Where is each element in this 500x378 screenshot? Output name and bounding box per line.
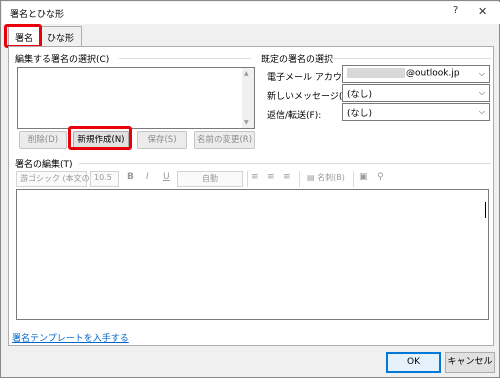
align-left-icon[interactable]: ≡ <box>251 172 259 182</box>
new-message-value: (なし) <box>347 90 373 100</box>
help-icon[interactable]: ? <box>453 5 458 16</box>
reply-forward-select[interactable]: (なし) ⌵ <box>342 103 490 121</box>
tab-signature[interactable]: 署名 <box>8 26 40 47</box>
group-divider <box>119 58 251 59</box>
group-divider <box>327 58 491 59</box>
account-select[interactable]: @outlook.jp ⌵ <box>342 65 490 83</box>
align-center-icon[interactable]: ≡ <box>267 172 275 182</box>
default-signature-header: 既定の署名の選択 <box>261 55 334 65</box>
reply-forward-label: 返信/転送(F): <box>267 111 322 121</box>
underline-icon[interactable]: U <box>163 172 170 182</box>
color-value: 自動 <box>202 174 218 183</box>
scroll-down-icon[interactable]: ▼ <box>244 119 249 126</box>
cancel-button[interactable]: キャンセル <box>445 352 495 373</box>
dialog-title: 署名とひな形 <box>10 10 65 20</box>
insert-picture-icon[interactable]: ▣ <box>359 172 368 182</box>
signature-editor[interactable] <box>16 189 489 320</box>
color-select[interactable]: 自動 <box>177 171 243 187</box>
italic-icon[interactable]: I <box>146 172 149 182</box>
select-signature-label: 編集する署名の選択(C) <box>15 55 110 65</box>
insert-hyperlink-icon[interactable]: ⚲ <box>377 172 384 182</box>
business-card-label: 名刺(B) <box>317 173 345 182</box>
font-size-select[interactable]: 10.5 <box>90 171 119 187</box>
chevron-down-icon: ⌵ <box>478 69 485 78</box>
toolbar-separator <box>247 171 248 187</box>
tab-stationery[interactable]: ひな形 <box>40 26 82 46</box>
font-size-value: 10.5 <box>94 173 112 182</box>
chevron-down-icon: ⌵ <box>478 107 485 116</box>
title-bar: 署名とひな形 ? ✕ <box>2 2 500 24</box>
scroll-up-icon[interactable]: ▲ <box>244 70 249 77</box>
toolbar-separator <box>353 171 354 187</box>
delete-button[interactable]: 削除(D) <box>19 131 67 149</box>
list-scrollbar[interactable]: ▲ ▼ <box>242 68 254 128</box>
account-domain: @outlook.jp <box>406 68 460 79</box>
font-value: 游ゴシック (本文の <box>20 174 90 183</box>
close-icon[interactable]: ✕ <box>478 5 487 18</box>
get-templates-link[interactable]: 署名テンプレートを入手する <box>12 331 129 344</box>
business-card-icon: ▤ <box>307 173 315 182</box>
edit-signature-label: 署名の編集(T) <box>15 160 73 170</box>
reply-forward-value: (なし) <box>347 109 373 119</box>
group-divider <box>79 163 491 164</box>
signatures-dialog: 署名とひな形 ? ✕ 署名 ひな形 編集する署名の選択(C) ▲ ▼ 削除(D)… <box>0 0 500 378</box>
font-select[interactable]: 游ゴシック (本文の <box>16 171 90 187</box>
signature-list[interactable]: ▲ ▼ <box>17 67 255 129</box>
ok-button[interactable]: OK <box>386 352 441 373</box>
rename-button[interactable]: 名前の変更(R) <box>194 131 255 149</box>
save-button[interactable]: 保存(S) <box>137 131 187 149</box>
chevron-down-icon: ⌵ <box>478 88 485 97</box>
new-message-select[interactable]: (なし) ⌵ <box>342 84 490 102</box>
toolbar-separator <box>299 171 300 187</box>
text-caret <box>485 202 486 218</box>
bold-icon[interactable]: B <box>127 172 134 182</box>
align-right-icon[interactable]: ≡ <box>283 172 291 182</box>
new-signature-button[interactable]: 新規作成(N) <box>73 131 129 149</box>
business-card-button[interactable]: ▤ 名刺(B) <box>304 171 350 187</box>
redacted-account <box>347 68 405 78</box>
